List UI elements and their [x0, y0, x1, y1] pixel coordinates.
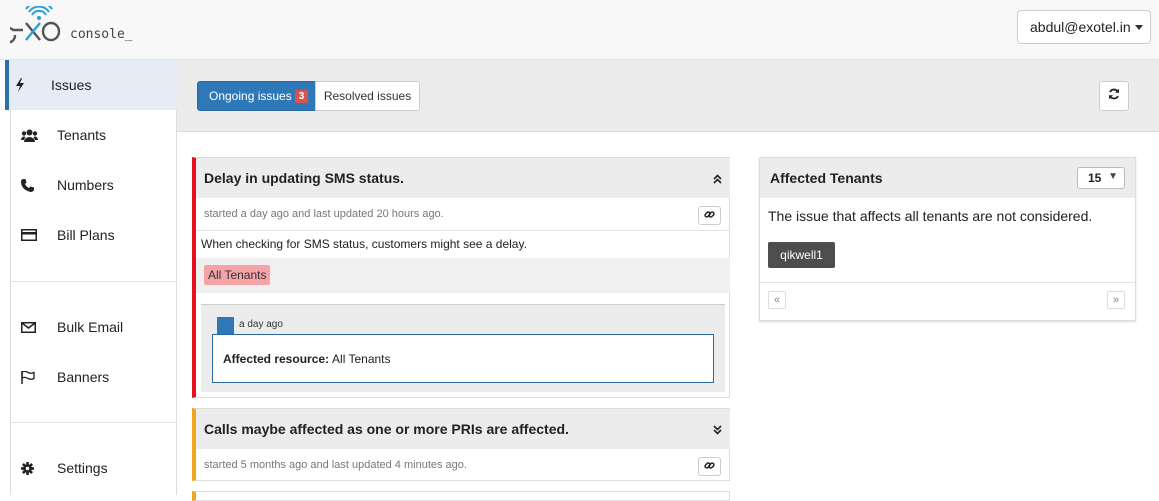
sidebar-item-label: Tenants [57, 127, 107, 143]
affected-tenants-panel: Affected Tenants 15 ▼ The issue that aff… [759, 157, 1136, 321]
ongoing-count-badge: 3 [294, 89, 309, 103]
sidebar-item-label: Bill Plans [57, 227, 115, 243]
issue-card: Delay in updating SMS status. started a … [192, 157, 730, 398]
issue-card: Calls maybe affected as one or more PRIs… [192, 408, 730, 481]
issue-filter-bar: Ongoing issues 3 Resolved issues [177, 60, 1159, 132]
prev-page-button[interactable]: « [768, 291, 786, 309]
sidebar-divider [11, 422, 177, 423]
sidebar-item-bill-plans[interactable]: Bill Plans [11, 210, 177, 260]
sidebar-item-banners[interactable]: Banners [11, 352, 177, 402]
update-label: Affected resource: [223, 351, 330, 366]
issue-card-header[interactable]: Delay in updating SMS status. [196, 158, 730, 198]
issue-meta: started 5 months ago and last updated 4 … [204, 459, 467, 471]
sidebar-item-label: Banners [57, 369, 110, 385]
tab-ongoing-issues[interactable]: Ongoing issues 3 [197, 81, 316, 111]
issue-card [192, 491, 730, 501]
timeline-marker [217, 317, 234, 334]
logo-console-text: console_ [70, 27, 133, 42]
sidebar-item-numbers[interactable]: Numbers [11, 160, 177, 210]
copy-link-button[interactable] [698, 457, 721, 476]
page-size-select[interactable]: 15 ▼ [1077, 167, 1125, 189]
all-tenants-tag: All Tenants [204, 265, 271, 285]
tab-label: Ongoing issues [209, 89, 292, 103]
chevron-up-icon[interactable] [713, 171, 722, 187]
phone-icon [21, 177, 41, 193]
link-icon [704, 207, 715, 225]
divider [196, 230, 730, 231]
issue-description: When checking for SMS status, customers … [201, 237, 527, 251]
issue-card-header[interactable]: Calls maybe affected as one or more PRIs… [196, 409, 730, 449]
link-icon [704, 458, 715, 476]
credit-card-icon [21, 227, 41, 243]
users-icon [21, 127, 41, 143]
sidebar-item-settings[interactable]: Settings [11, 443, 177, 493]
sidebar-item-label: Numbers [57, 177, 114, 193]
panel-header: Affected Tenants 15 ▼ [760, 158, 1135, 198]
chevron-down-icon[interactable] [713, 422, 722, 438]
refresh-button[interactable] [1099, 81, 1129, 111]
user-email: abdul@exotel.in [1030, 19, 1131, 35]
issue-meta: started a day ago and last updated 20 ho… [204, 208, 444, 220]
sidebar-item-tenants[interactable]: Tenants [11, 110, 177, 160]
divider [760, 282, 1135, 283]
refresh-icon [1108, 87, 1120, 105]
envelope-icon [21, 319, 41, 335]
caret-down-icon [1134, 25, 1143, 30]
sidebar: Issues Tenants Numbers Bill Plans Bulk E… [0, 60, 177, 495]
gear-icon [21, 460, 41, 476]
flag-icon [21, 369, 41, 385]
copy-link-button[interactable] [698, 206, 721, 225]
exo-logo-graphic [10, 6, 61, 44]
sidebar-item-label: Settings [57, 460, 108, 476]
sidebar-item-label: Issues [51, 77, 92, 93]
update-time: a day ago [239, 319, 283, 330]
update-value: All Tenants [332, 351, 391, 366]
sidebar-item-label: Bulk Email [57, 319, 124, 335]
exo-logo[interactable]: console_ [10, 6, 150, 52]
sidebar-item-bulk-email[interactable]: Bulk Email [11, 302, 177, 352]
bolt-icon [15, 77, 35, 93]
panel-note: The issue that affects all tenants are n… [768, 208, 1093, 224]
page-size-value: 15 [1088, 171, 1102, 185]
user-menu-button[interactable]: abdul@exotel.in [1017, 10, 1151, 44]
affected-tags-row: All Tenants [196, 258, 730, 293]
panel-title: Affected Tenants [770, 170, 883, 186]
tab-label: Resolved issues [323, 89, 412, 103]
tenant-chip[interactable]: qikwell1 [768, 242, 835, 268]
main-content: Ongoing issues 3 Resolved issues Delay i… [177, 60, 1159, 501]
issue-update-timeline: a day ago Affected resource: All Tenants [201, 304, 725, 392]
sidebar-item-issues[interactable]: Issues [5, 60, 177, 110]
issue-title: Delay in updating SMS status. [204, 170, 404, 186]
sidebar-divider [11, 281, 177, 282]
issue-title: Calls maybe affected as one or more PRIs… [204, 421, 569, 437]
next-page-button[interactable]: » [1107, 291, 1125, 309]
update-entry: Affected resource: All Tenants [212, 334, 714, 383]
caret-down-icon: ▼ [1108, 171, 1118, 182]
top-navbar: console_ abdul@exotel.in [0, 0, 1159, 60]
tab-resolved-issues[interactable]: Resolved issues [315, 81, 420, 111]
